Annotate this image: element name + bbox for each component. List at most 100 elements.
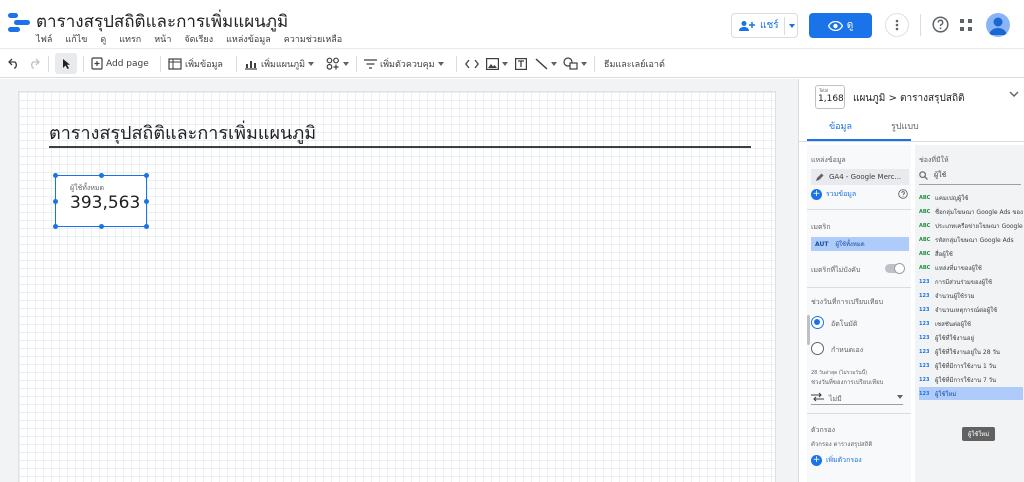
auto-date-radio[interactable]	[811, 316, 824, 329]
menu-resource[interactable]: แหล่งข้อมูล	[226, 32, 271, 46]
resize-handle[interactable]	[53, 224, 58, 229]
add-page-button[interactable]: Add page	[91, 53, 149, 74]
data-column-scrollbar[interactable]	[807, 315, 810, 345]
add-control-label: เพิ่มตัวควบคุม	[380, 59, 435, 70]
scorecard-value: 393,563	[70, 193, 141, 213]
shape-button[interactable]	[563, 53, 587, 74]
account-avatar[interactable]	[986, 13, 1010, 37]
add-person-icon	[739, 20, 755, 31]
number-type-icon: 123	[919, 362, 930, 369]
number-type-icon: 123	[919, 390, 930, 397]
add-data-button[interactable]: เพิ่มข้อมูล	[168, 53, 223, 74]
tab-divider	[799, 141, 1024, 142]
dropdown-arrow-icon	[437, 61, 444, 66]
report-title-text[interactable]: ตารางสรุปสถิติและการเพิ่มแผนภูมิ	[49, 118, 316, 147]
more-options-icon[interactable]	[885, 13, 909, 37]
line-button[interactable]	[535, 53, 557, 74]
menu-help[interactable]: ความช่วยเหลือ	[284, 32, 342, 46]
text-type-icon: ABC	[919, 236, 931, 243]
select-tool[interactable]	[55, 53, 77, 74]
field-item[interactable]: ABC แหล่งที่มาของผู้ใช้	[919, 261, 1023, 274]
blend-data-link[interactable]: + รวมข้อมูล	[811, 189, 856, 200]
field-item-selected[interactable]: 123 ผู้ใช้ใหม่	[919, 387, 1023, 400]
data-source-selector[interactable]: GA4 - Google Merc...	[811, 169, 909, 185]
view-button[interactable]: ดู	[809, 13, 872, 38]
community-visualizations-button[interactable]	[326, 53, 349, 74]
resize-handle[interactable]	[99, 173, 104, 178]
menu-edit[interactable]: แก้ไข	[65, 32, 87, 46]
help-icon[interactable]	[932, 16, 949, 33]
apps-grid-icon[interactable]	[960, 19, 972, 31]
data-studio-logo-icon[interactable]	[8, 12, 30, 34]
section-divider	[807, 287, 911, 288]
resize-handle[interactable]	[53, 173, 58, 178]
comparison-period-label: ช่วงวันที่ของการเปรียบเทียบ	[811, 379, 884, 386]
field-item[interactable]: 123 ผู้ใช้ที่มีการใช้งาน 7 วัน	[919, 373, 1023, 386]
auto-date-label: อัตโนมัติ	[831, 320, 858, 328]
collapse-chevron-icon[interactable]	[1009, 91, 1019, 98]
filter-heading: ตัวกรอง	[811, 426, 836, 434]
field-item[interactable]: ABC ชื่อกลุ่มโฆษณา Google Ads ของผู้ใช้	[919, 205, 1023, 218]
chevron-down-icon[interactable]	[789, 24, 795, 28]
text-type-icon: ABC	[919, 264, 931, 271]
resize-handle[interactable]	[144, 173, 149, 178]
field-name: รหัสกลุ่มโฆษณา Google Ads	[935, 236, 1014, 244]
resize-handle[interactable]	[53, 199, 58, 204]
resize-handle[interactable]	[144, 224, 149, 229]
undo-icon[interactable]	[8, 57, 20, 69]
menu-arrange[interactable]: จัดเรียง	[184, 32, 213, 46]
field-item[interactable]: 123 ผู้ใช้ที่ใช้งานอยู่ใน 28 วัน	[919, 345, 1023, 358]
field-item[interactable]: 123 จำนวนเหตุการณ์ต่อผู้ใช้	[919, 303, 1023, 316]
pencil-icon[interactable]	[815, 173, 824, 182]
field-item[interactable]: 123 ผู้ใช้ที่ใช้งานอยู่	[919, 331, 1023, 344]
menu-view[interactable]: ดู	[100, 32, 106, 46]
optional-metrics-toggle[interactable]	[885, 263, 905, 274]
field-item[interactable]: 123 จำนวนผู้ใช้รวม	[919, 289, 1023, 302]
field-search-input[interactable]: ผู้ใช้	[934, 170, 946, 181]
add-data-label: เพิ่มข้อมูล	[185, 59, 223, 70]
field-name: การมีส่วนร่วมของผู้ใช้	[935, 278, 993, 286]
tab-data[interactable]: ข้อมูล	[829, 119, 852, 133]
menu-file[interactable]: ไฟล์	[36, 32, 52, 46]
field-search[interactable]: ผู้ใช้	[919, 167, 1021, 183]
redo-icon[interactable]	[28, 57, 40, 69]
add-filter-link[interactable]: + เพิ่มตัวกรอง	[811, 455, 862, 466]
resize-handle[interactable]	[99, 224, 104, 229]
text-type-icon: ABC	[919, 250, 931, 257]
field-item[interactable]: ABC ประเภทเครือข่ายโฆษณา Google Ads	[919, 219, 1023, 232]
dropdown-arrow-icon	[551, 61, 557, 66]
add-chart-button[interactable]: เพิ่มแผนภูมิ	[244, 53, 315, 74]
theme-layout-button[interactable]: ธีมและเลย์เอาต์	[604, 53, 665, 74]
embed-code-icon[interactable]	[465, 59, 479, 69]
field-item[interactable]: 123 เซสชันต่อผู้ใช้	[919, 317, 1023, 330]
cursor-arrow-icon	[62, 58, 70, 69]
menu-insert[interactable]: แทรก	[119, 32, 141, 46]
report-name[interactable]: ตารางสรุปสถิติและการเพิ่มแผนภูมิ	[36, 8, 288, 35]
menu-page[interactable]: หน้า	[154, 32, 171, 46]
resize-handle[interactable]	[144, 199, 149, 204]
share-button[interactable]: แชร์	[731, 13, 798, 38]
help-circle-icon[interactable]	[898, 189, 908, 199]
tab-style[interactable]: รูปแบบ	[891, 119, 919, 133]
scorecard-chart[interactable]: ผู้ใช้ทั้งหมด 393,563	[53, 173, 149, 229]
field-item[interactable]: ABC สื่อผู้ใช้	[919, 247, 1023, 260]
toolbar-divider	[356, 56, 357, 72]
thumb-label: Total	[819, 88, 829, 93]
field-name: เซสชันต่อผู้ใช้	[935, 320, 971, 328]
title-underline[interactable]	[49, 146, 751, 148]
report-page[interactable]: ตารางสรุปสถิติและการเพิ่มแผนภูมิ ผู้ใช้ท…	[18, 91, 776, 482]
add-data-icon	[168, 57, 182, 70]
add-control-button[interactable]: เพิ่มตัวควบคุม	[364, 53, 444, 74]
chart-type-thumbnail[interactable]: Total 1,168	[815, 85, 845, 109]
field-item[interactable]: 123 การมีส่วนร่วมของผู้ใช้	[919, 275, 1023, 288]
metric-chip[interactable]: AUT ผู้ใช้ทั้งหมด	[811, 237, 909, 251]
chevron-down-icon[interactable]	[897, 395, 903, 399]
image-button[interactable]	[486, 53, 508, 74]
text-box-icon[interactable]	[515, 58, 527, 70]
field-item[interactable]: 123 ผู้ใช้ที่มีการใช้งาน 1 วัน	[919, 359, 1023, 372]
field-item[interactable]: ABC แคมเปญผู้ใช้	[919, 191, 1023, 204]
field-item[interactable]: ABC รหัสกลุ่มโฆษณา Google Ads	[919, 233, 1023, 246]
custom-date-radio[interactable]	[811, 342, 824, 355]
number-type-icon: 123	[919, 334, 930, 341]
field-name: ชื่อกลุ่มโฆษณา Google Ads ของผู้ใช้	[935, 208, 1023, 216]
